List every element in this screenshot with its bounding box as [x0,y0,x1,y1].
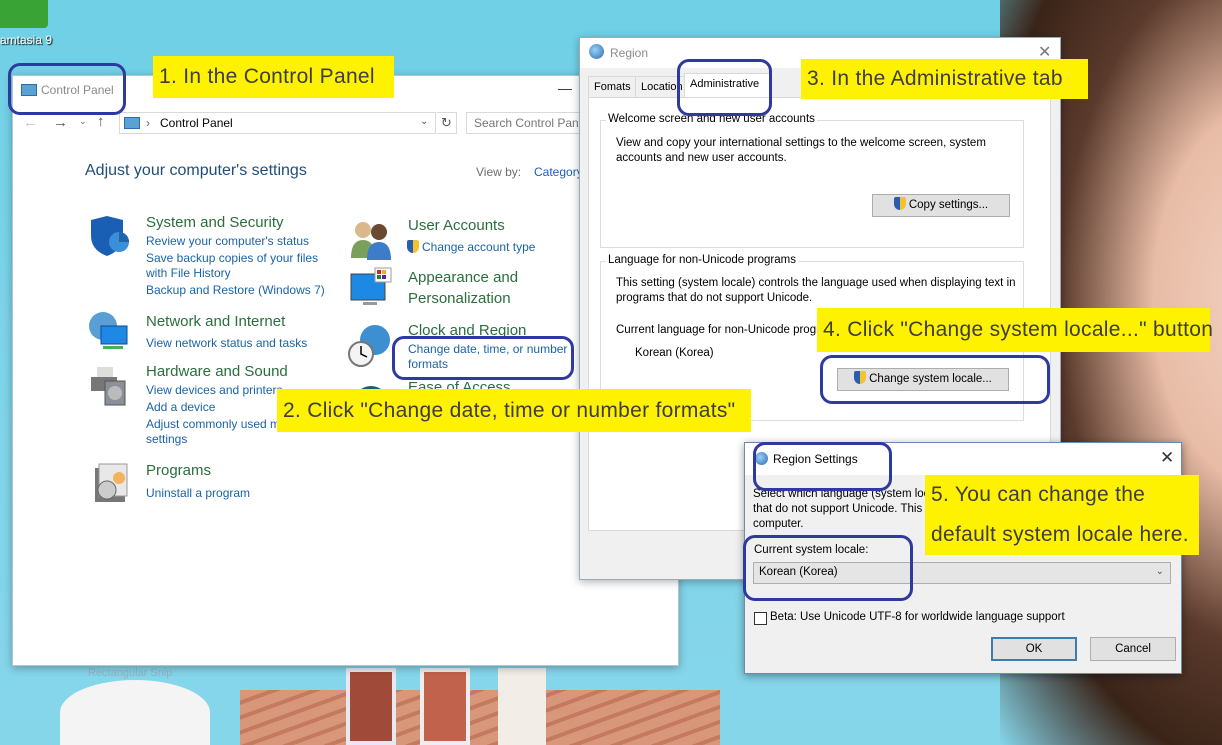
programs-icon [95,463,128,502]
annotation-step-2: 2. Click "Change date, time or number fo… [277,389,751,432]
refresh-button[interactable]: ↻ [437,112,457,134]
annotation-step-3: 3. In the Administrative tab [801,59,1088,99]
up-arrow-icon[interactable]: ↑ [97,113,105,130]
display-icon [350,267,392,305]
users-icon [351,222,391,260]
breadcrumb-separator: › [146,116,150,130]
close-button[interactable]: ✕ [1160,448,1174,468]
annotation-step-1: 1. In the Control Panel [153,56,394,98]
wallpaper-shell [60,680,210,745]
highlight-ring-administrative-tab [677,59,772,116]
page-title: Adjust your computer's settings [85,162,307,179]
category-appearance[interactable]: Appearance and [408,269,518,286]
group-label: Language for non-Unicode programs [606,254,798,266]
highlight-ring-date-time-link [392,336,574,380]
highlight-ring-change-locale-button [820,355,1050,404]
category-appearance-line2[interactable]: Personalization [408,290,511,307]
globe-icon [589,44,604,59]
cancel-button[interactable]: Cancel [1090,637,1176,661]
copy-settings-button[interactable]: Copy settings... [872,194,1010,217]
annotation-step-5-line2: default system locale here. [931,523,1189,546]
shield-icon [91,216,129,256]
wallpaper-bottle [346,668,396,745]
clock-globe-icon [348,325,390,367]
annotation-step-5: 5. You can change the default system loc… [925,475,1199,555]
link-add-device[interactable]: Add a device [146,399,215,416]
ok-button[interactable]: OK [991,637,1077,661]
link-uninstall-program[interactable]: Uninstall a program [146,485,250,502]
category-hardware-sound[interactable]: Hardware and Sound [146,363,288,380]
dialog-title: Region [610,46,649,60]
category-system-security[interactable]: System and Security [146,214,284,231]
link-change-account-type[interactable]: Change account type [407,239,535,256]
chevron-down-icon: ⌄ [1155,566,1164,577]
highlight-ring-region-settings-title [753,442,892,491]
button-label: Copy settings... [908,199,989,211]
category-user-accounts[interactable]: User Accounts [408,217,505,234]
link-review-status[interactable]: Review your computer's status [146,233,309,250]
annotation-step-5-line1: 5. You can change the [931,483,1146,506]
minimize-button[interactable]: — [558,80,572,96]
forward-arrow-icon[interactable]: → [53,114,68,131]
category-network-internet[interactable]: Network and Internet [146,313,285,330]
network-icon [89,312,128,349]
link-backup-restore[interactable]: Backup and Restore (Windows 7) [146,282,325,299]
printer-icon [91,367,126,406]
utf8-beta-label[interactable]: Beta: Use Unicode UTF-8 for worldwide la… [770,611,1065,623]
utf8-beta-checkbox[interactable] [754,612,767,625]
address-bar[interactable]: › Control Panel ⌄ [119,112,436,134]
category-programs[interactable]: Programs [146,462,211,479]
uac-shield-icon [407,240,419,253]
link-devices-printers[interactable]: View devices and printers [146,382,283,399]
link-label: Change account type [422,240,536,254]
control-panel-icon [124,117,140,129]
link-file-history-cont[interactable]: with File History [146,265,231,282]
wallpaper-bottle [420,668,470,745]
annotation-step-4: 4. Click "Change system locale..." butto… [817,308,1213,352]
tab-formats[interactable]: Fomats [588,76,636,98]
highlight-ring-system-locale [743,535,913,601]
wallpaper-bottle [498,668,546,745]
link-network-status[interactable]: View network status and tasks [146,335,307,352]
camtasia-desktop-icon[interactable] [0,0,48,28]
breadcrumb-control-panel[interactable]: Control Panel [160,116,233,130]
view-by-dropdown[interactable]: Category [534,165,583,179]
view-by-label: View by: [476,165,522,179]
welcome-description: View and copy your international setting… [616,137,986,164]
current-language-label: Current language for non-Unicode program… [616,324,845,336]
chevron-down-icon[interactable]: ⌄ [420,116,428,127]
uac-shield-icon [893,197,906,210]
recent-locations-icon[interactable]: ⌄ [79,116,87,127]
search-input[interactable]: Search Control Panel [466,112,584,134]
link-adjust-mobility-cont[interactable]: settings [146,431,187,448]
wallpaper-label: Rectangular Snip [88,667,173,679]
current-language-value: Korean (Korea) [635,347,714,359]
wallpaper-roof [240,690,720,745]
back-arrow-icon[interactable]: ← [23,114,38,131]
desktop-icon-label[interactable]: amtasia 9 [0,33,52,47]
highlight-ring-control-panel [8,63,126,115]
non-unicode-description: This setting (system locale) controls th… [616,277,1016,304]
